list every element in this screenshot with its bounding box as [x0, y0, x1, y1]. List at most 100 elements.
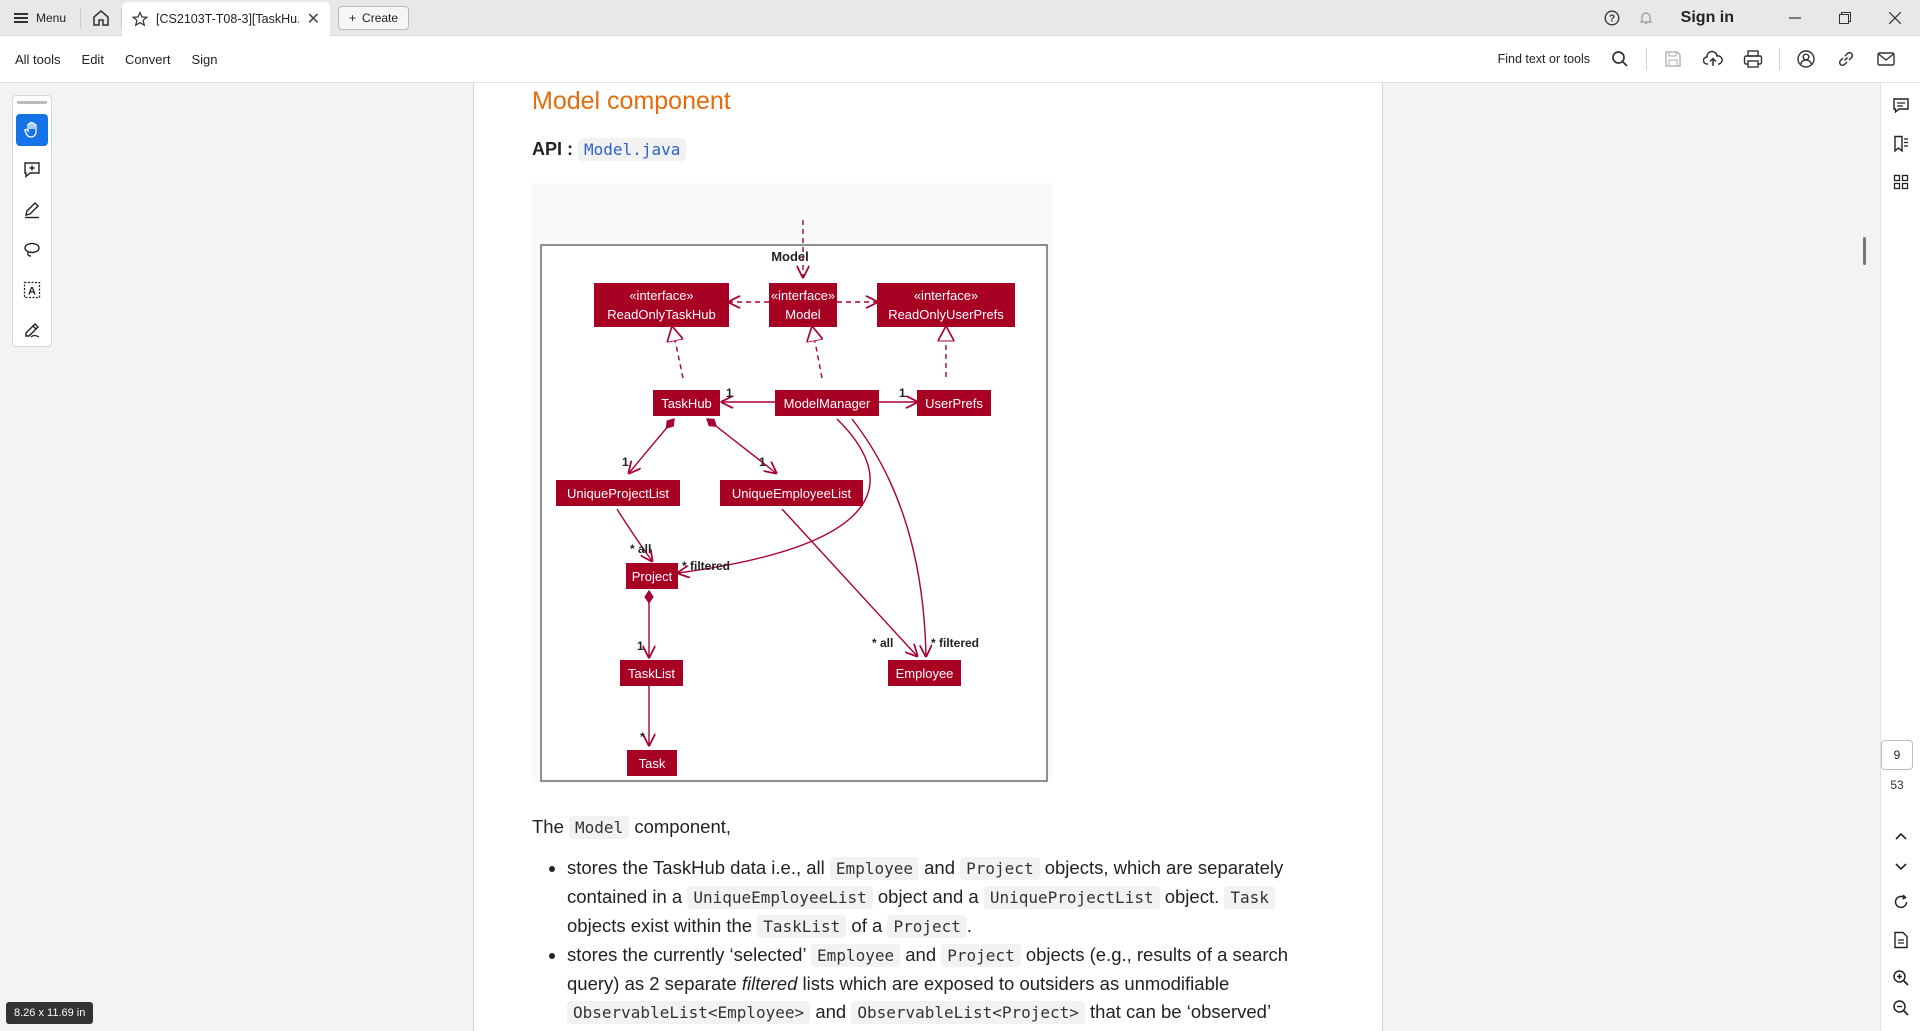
inline-code: ObservableList<Project>	[851, 1001, 1085, 1024]
create-button[interactable]: + Create	[338, 5, 410, 30]
upload-button[interactable]	[1693, 39, 1733, 79]
link-button[interactable]	[1826, 39, 1866, 79]
text-run: of a	[846, 915, 888, 936]
inline-code: Employee	[829, 857, 919, 880]
text-run: objects exist within the	[567, 915, 758, 936]
email-button[interactable]	[1866, 39, 1906, 79]
employee-name: Employee	[896, 666, 954, 681]
hand-tool[interactable]	[16, 114, 48, 146]
model-description: The Model component, stores the TaskHub …	[532, 813, 1332, 1027]
star-icon[interactable]	[132, 10, 149, 27]
zoom-out-icon	[1893, 1000, 1909, 1016]
menu-button[interactable]: Menu	[0, 0, 80, 36]
sign-in-button[interactable]: Sign in	[1663, 9, 1770, 27]
rotate-button[interactable]	[1881, 883, 1920, 921]
bookmarks-panel-button[interactable]	[1881, 125, 1920, 163]
api-label: API	[532, 139, 563, 159]
notifications-button[interactable]	[1629, 0, 1663, 36]
inline-code: Project	[941, 944, 1021, 967]
home-button[interactable]	[81, 0, 121, 36]
sign-tool[interactable]	[16, 314, 48, 346]
chevron-down-icon	[1895, 863, 1907, 871]
menu-label: Menu	[36, 10, 67, 25]
hamburger-icon	[14, 12, 28, 23]
multiplicity-label: 1	[726, 386, 733, 400]
divider	[1646, 48, 1647, 70]
multiplicity-label: * all	[630, 542, 651, 556]
save-icon	[1665, 51, 1681, 67]
text-run: .	[966, 915, 973, 936]
bell-icon	[1639, 11, 1653, 24]
tab-title: [CS2103T-T08-3][TaskHu...	[156, 11, 299, 26]
list-item: stores the currently ‘selected’ Employee…	[567, 941, 1332, 1027]
signature-pen-icon	[25, 323, 40, 338]
minimize-icon	[1789, 16, 1801, 19]
pen-icon	[25, 202, 39, 219]
readonlyuserprefs-name: ReadOnlyUserPrefs	[888, 307, 1004, 322]
text-run: that can be ‘observed’	[1084, 1001, 1272, 1022]
print-icon	[1743, 50, 1763, 68]
find-tools-label[interactable]: Find text or tools	[1498, 52, 1590, 66]
next-page-button[interactable]	[1881, 848, 1920, 886]
readonlytaskhub-stereotype: «interface»	[629, 288, 693, 303]
api-link[interactable]: Model.java	[578, 138, 687, 161]
model-class-diagram: Model «interface» ReadOnlyTaskHub «inter…	[532, 183, 1052, 783]
readonlyuserprefs-stereotype: «interface»	[914, 288, 978, 303]
highlight-tool[interactable]	[16, 194, 48, 226]
link-icon	[1838, 51, 1854, 67]
draw-tool[interactable]	[16, 234, 48, 266]
comment-add-icon	[24, 162, 40, 179]
thumbnails-panel-button[interactable]	[1881, 163, 1920, 201]
document-tab[interactable]: [CS2103T-T08-3][TaskHu... ✕	[122, 1, 331, 36]
text-run: and	[810, 1001, 852, 1022]
minimize-button[interactable]	[1770, 0, 1820, 36]
text-run: lists which are exposed to outsiders as …	[797, 973, 1230, 994]
share-button[interactable]	[1786, 39, 1826, 79]
search-icon	[1612, 51, 1628, 67]
list-item: stores the TaskHub data i.e., all Employ…	[567, 854, 1332, 941]
text-select-tool[interactable]: A	[16, 274, 48, 306]
model-name: Model	[785, 307, 821, 322]
sign-menu[interactable]: Sign	[176, 52, 217, 67]
vertical-scrollbar[interactable]	[1863, 237, 1866, 265]
zoom-out-button[interactable]	[1881, 989, 1920, 1027]
text-run: object.	[1159, 886, 1225, 907]
restore-button[interactable]	[1820, 0, 1870, 36]
comment-icon	[1893, 98, 1909, 114]
inline-code: UniqueProjectList	[983, 886, 1160, 909]
uniqueprojectlist-name: UniqueProjectList	[567, 486, 669, 501]
page-display-button[interactable]	[1881, 921, 1920, 959]
search-button[interactable]	[1600, 39, 1640, 79]
plus-icon: +	[349, 10, 357, 25]
text-run: The	[532, 816, 570, 837]
close-tab-icon[interactable]: ✕	[307, 9, 320, 29]
title-bar: Menu [CS2103T-T08-3][TaskHu... ✕ + Creat…	[0, 0, 1920, 36]
panel-grip[interactable]	[17, 101, 47, 104]
help-button[interactable]: ?	[1595, 0, 1629, 36]
text-box-icon: A	[23, 281, 41, 299]
close-window-button[interactable]	[1870, 0, 1920, 36]
print-button[interactable]	[1733, 39, 1773, 79]
text-run: stores the TaskHub data i.e., all	[567, 857, 830, 878]
convert-menu[interactable]: Convert	[110, 52, 171, 67]
inline-code: Model	[569, 816, 630, 839]
chevron-up-icon	[1895, 832, 1907, 840]
grid-icon	[1893, 174, 1909, 190]
rotate-icon	[1894, 894, 1908, 909]
page-size-badge: 8.26 x 11.69 in	[6, 1002, 94, 1024]
inline-code: Project	[887, 915, 967, 938]
feature-list: stores the TaskHub data i.e., all Employ…	[532, 854, 1332, 1027]
inline-code: Task	[1224, 886, 1275, 909]
text-run: and	[900, 944, 942, 965]
save-button[interactable]	[1653, 39, 1693, 79]
svg-text:?: ?	[1609, 13, 1615, 24]
edit-menu[interactable]: Edit	[67, 52, 104, 67]
inline-code: Project	[960, 857, 1040, 880]
all-tools-menu[interactable]: All tools	[0, 52, 61, 67]
add-comment-tool[interactable]	[16, 154, 48, 186]
tasklist-name: TaskList	[628, 666, 675, 681]
bookmark-icon	[1894, 135, 1908, 153]
api-colon: :	[562, 139, 579, 159]
current-page-input[interactable]: 9	[1881, 740, 1913, 770]
comments-panel-button[interactable]	[1881, 87, 1920, 125]
